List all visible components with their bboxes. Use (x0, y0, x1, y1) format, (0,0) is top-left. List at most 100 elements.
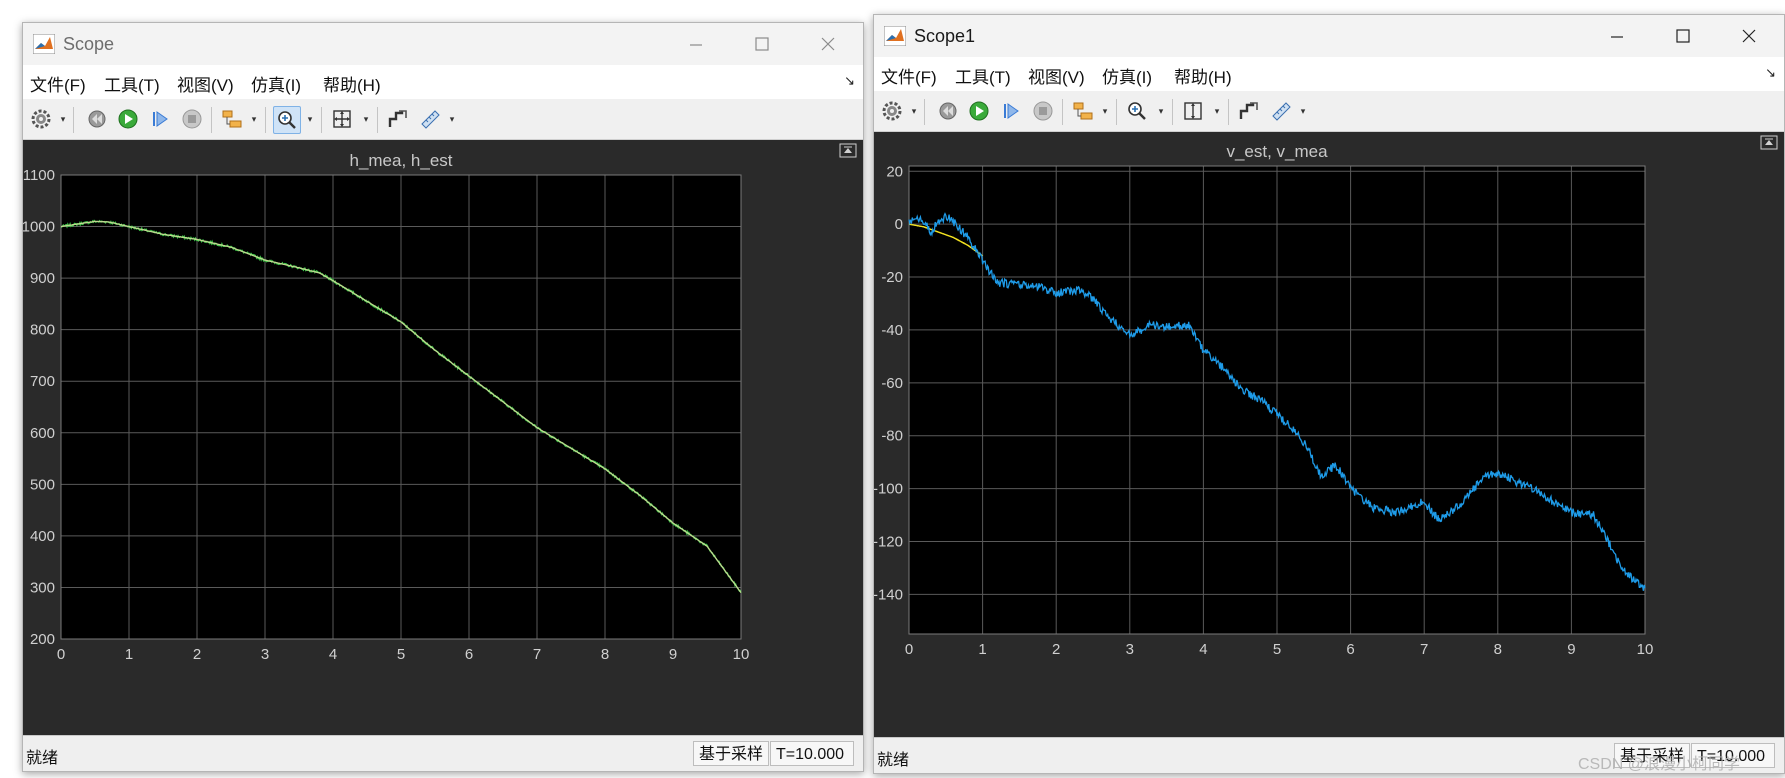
cursor-measure-button[interactable] (417, 106, 443, 132)
minimize-button[interactable] (1584, 15, 1650, 57)
zoom-axes-icon (333, 110, 351, 128)
x-tick-label: 7 (533, 646, 541, 663)
maximize-button[interactable] (729, 23, 795, 65)
chevron-down-icon[interactable]: ▾ (1100, 105, 1110, 117)
menu-tools[interactable]: 工具(T) (955, 63, 1011, 88)
y-tick-label: -20 (881, 269, 903, 286)
undock-icon[interactable]: ↘ (1765, 65, 1776, 81)
x-tick-label: 10 (1637, 641, 1654, 658)
highlight-block-button[interactable] (1070, 98, 1096, 124)
chevron-down-icon[interactable]: ▾ (1298, 105, 1308, 117)
minimize-icon (1611, 36, 1623, 38)
scope-plot[interactable]: h_mea, h_est 0 1 2 3 4 5 6 7 8 9 10 200 300 400 500 600 7… (23, 140, 863, 736)
y-tick-label: 800 (30, 322, 55, 339)
stop-icon (1033, 101, 1053, 121)
run-button[interactable] (966, 98, 992, 124)
watermark: CSDN @浪漫小柯同学 (1578, 756, 1741, 773)
stop-button[interactable] (179, 106, 205, 132)
step-back-icon (939, 102, 957, 120)
status-text: 就绪 (26, 750, 59, 767)
menu-file[interactable]: 文件(F) (881, 63, 937, 88)
chevron-down-icon[interactable]: ▾ (909, 105, 919, 117)
close-icon (1742, 29, 1756, 43)
autoscale-button[interactable] (385, 106, 411, 132)
autoscale-icon (388, 110, 407, 127)
y-tick-label: -100 (874, 481, 903, 498)
gear-icon (882, 101, 902, 121)
title-bar[interactable]: Scope (23, 23, 863, 65)
chevron-down-icon[interactable]: ▾ (1156, 105, 1166, 117)
step-forward-button[interactable] (998, 98, 1024, 124)
sim-time-label: T=10.000 (770, 741, 854, 766)
undock-icon[interactable]: ↘ (844, 73, 855, 89)
chevron-down-icon[interactable]: ▾ (249, 113, 259, 125)
x-tick-label: 3 (1126, 641, 1134, 658)
maximize-button[interactable] (1650, 15, 1716, 57)
autoscale-button[interactable] (1236, 98, 1262, 124)
chevron-down-icon[interactable]: ▾ (305, 113, 315, 125)
y-tick-label: 900 (30, 270, 55, 287)
run-icon (969, 101, 989, 121)
zoom-in-button[interactable] (1124, 98, 1150, 124)
status-text: 就绪 (877, 752, 910, 769)
minimize-button[interactable] (663, 23, 729, 65)
matlab-icon (884, 26, 906, 46)
chevron-down-icon[interactable]: ▾ (1212, 105, 1222, 117)
toolbar: ▾ ▾ ▾ ▾ ▾ (874, 91, 1784, 132)
scope1-plot[interactable]: v_est, v_mea 0 1 2 3 4 5 6 7 8 9 10 -140 -120 -100 -80 -… (874, 132, 1784, 738)
y-tick-label: 600 (30, 425, 55, 442)
plot-title: v_est, v_mea (1226, 142, 1328, 161)
y-tick-label: 500 (30, 476, 55, 493)
close-icon (821, 37, 835, 51)
zoom-in-button[interactable] (273, 106, 301, 134)
step-forward-button[interactable] (147, 106, 173, 132)
settings-button[interactable] (879, 98, 905, 124)
menu-help[interactable]: 帮助(H) (323, 71, 381, 96)
menu-help[interactable]: 帮助(H) (1174, 63, 1232, 88)
settings-button[interactable] (28, 106, 54, 132)
menu-tools[interactable]: 工具(T) (104, 71, 160, 96)
menu-simulation[interactable]: 仿真(I) (1102, 63, 1152, 88)
window-title: Scope1 (914, 26, 976, 46)
zoom-in-icon (1128, 102, 1146, 120)
x-tick-label: 7 (1420, 641, 1428, 658)
menu-view[interactable]: 视图(V) (1028, 63, 1085, 88)
plot-area: h_mea, h_est 0 1 2 3 4 5 6 7 8 9 10 200 300 400 500 600 7… (23, 140, 863, 736)
cursor-measure-button[interactable] (1268, 98, 1294, 124)
zoom-axes-button[interactable] (329, 106, 355, 132)
close-button[interactable] (795, 23, 861, 65)
x-tick-label: 1 (125, 646, 133, 663)
chevron-down-icon[interactable]: ▾ (58, 113, 68, 125)
menu-bar: 文件(F) 工具(T) 视图(V) 仿真(I) 帮助(H) ↘ (23, 65, 863, 100)
step-back-button[interactable] (934, 98, 960, 124)
plot-title: h_mea, h_est (349, 151, 452, 170)
highlight-block-button[interactable] (219, 106, 245, 132)
y-tick-label: -80 (881, 428, 903, 445)
expand-plot-icon[interactable] (1760, 135, 1778, 150)
chevron-down-icon[interactable]: ▾ (361, 113, 371, 125)
chevron-down-icon[interactable]: ▾ (447, 113, 457, 125)
minimize-icon (690, 44, 702, 46)
menu-simulation[interactable]: 仿真(I) (251, 71, 301, 96)
stop-button[interactable] (1030, 98, 1056, 124)
zoom-y-button[interactable] (1180, 98, 1206, 124)
gear-icon (31, 109, 51, 129)
step-back-button[interactable] (83, 106, 109, 132)
menu-file[interactable]: 文件(F) (30, 71, 86, 96)
x-tick-label: 4 (1199, 641, 1207, 658)
run-button[interactable] (115, 106, 141, 132)
menu-bar: 文件(F) 工具(T) 视图(V) 仿真(I) 帮助(H) ↘ (874, 57, 1784, 92)
x-tick-label: 4 (329, 646, 337, 663)
x-tick-label: 8 (1494, 641, 1502, 658)
y-tick-label: 0 (895, 216, 903, 233)
expand-plot-icon[interactable] (839, 143, 857, 158)
menu-view[interactable]: 视图(V) (177, 71, 234, 96)
y-tick-label: 1000 (23, 219, 55, 236)
step-forward-icon (1004, 103, 1019, 119)
x-tick-label: 5 (397, 646, 405, 663)
scope-window[interactable]: Scope 文件(F) 工具(T) 视图(V) 仿真(I) 帮助(H) ↘ ▾ (22, 22, 864, 772)
x-tick-label: 2 (193, 646, 201, 663)
title-bar[interactable]: Scope1 (874, 15, 1784, 57)
close-button[interactable] (1716, 15, 1782, 57)
scope1-window[interactable]: Scope1 文件(F) 工具(T) 视图(V) 仿真(I) 帮助(H) ↘ ▾ (873, 14, 1785, 774)
